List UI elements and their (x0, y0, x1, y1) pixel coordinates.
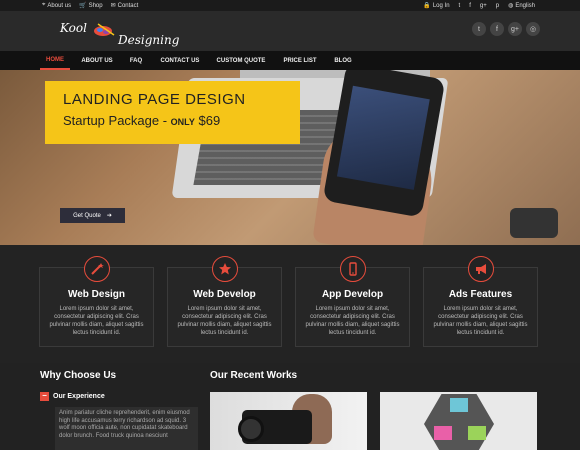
nav-home[interactable]: HOME (40, 51, 70, 70)
top-links: ⌖ About us 🛒 Shop ✉ Contact (42, 2, 138, 9)
nav-faq[interactable]: FAQ (124, 51, 148, 70)
green-tab-graphic (468, 426, 486, 440)
palette-icon (94, 23, 115, 36)
nav-about-us[interactable]: ABOUT US (77, 51, 117, 70)
features-section: Web Design Lorem ipsum dolor sit amet, c… (0, 245, 580, 363)
header: Kool Designing t f g+ ◎ (0, 11, 580, 51)
social-icons: t f g+ ◎ (472, 22, 540, 36)
arrow-right-icon: ➔ (106, 213, 112, 219)
pinterest-icon[interactable]: p (496, 3, 499, 9)
nav-custom-quote[interactable]: CUSTOM QUOTE (212, 51, 270, 70)
shop-link[interactable]: 🛒 Shop (79, 2, 103, 10)
accordion-our-experience[interactable]: − Our Experience (40, 392, 105, 401)
bullhorn-icon (468, 256, 494, 282)
contact-link[interactable]: ✉ Contact (110, 2, 139, 10)
mobile-icon (340, 256, 366, 282)
contact-icon: ✉ (110, 3, 116, 9)
facebook-icon[interactable]: f (490, 22, 504, 36)
language-selector[interactable]: ◍ English (508, 2, 535, 10)
nav-price-list[interactable]: PRICE LIST (278, 51, 322, 70)
accordion-body: Anim pariatur cliche reprehenderit, enim… (55, 407, 198, 450)
star-icon (212, 256, 238, 282)
about-us-link[interactable]: ⌖ About us (42, 2, 71, 9)
get-quote-button[interactable]: Get Quote ➔ (60, 208, 125, 223)
top-bar: ⌖ About us 🛒 Shop ✉ Contact 🔒 Log In t f g+ … (0, 0, 580, 11)
globe-icon: ◍ (508, 3, 514, 9)
map-pin-icon: ⌖ (42, 2, 46, 8)
recent-works-heading: Our Recent Works (210, 370, 298, 381)
promo-subtitle: Startup Package - ONLY $69 (63, 113, 221, 128)
main-nav: HOME ABOUT US FAQ CONTACT US CUSTOM QUOT… (0, 51, 580, 70)
mug-image (510, 208, 558, 238)
camera-lens-image (238, 416, 264, 442)
top-right-links: 🔒 Log In t f g+ p ◍ English (423, 2, 535, 10)
work-item-infographic[interactable] (380, 392, 537, 450)
work-item-photographer[interactable] (210, 392, 367, 450)
nav-contact-us[interactable]: CONTACT US (156, 51, 204, 70)
google-plus-icon[interactable]: g+ (508, 22, 522, 36)
dribbble-icon[interactable]: ◎ (526, 22, 540, 36)
lock-icon: 🔒 (423, 3, 431, 9)
minus-icon: − (40, 392, 49, 401)
promo-box: LANDING PAGE DESIGN Startup Package - ON… (45, 81, 300, 144)
magic-wand-icon (84, 256, 110, 282)
login-link[interactable]: 🔒 Log In (423, 2, 449, 10)
google-plus-icon[interactable]: g+ (480, 3, 487, 9)
twitter-icon[interactable]: t (472, 22, 486, 36)
nav-blog[interactable]: BLOG (330, 51, 356, 70)
why-choose-us-heading: Why Choose Us (40, 370, 117, 381)
promo-title: LANDING PAGE DESIGN (63, 91, 246, 108)
blue-tab-graphic (450, 398, 468, 412)
twitter-icon[interactable]: t (459, 3, 461, 9)
feature-card-web-design[interactable]: Web Design Lorem ipsum dolor sit amet, c… (39, 256, 154, 347)
feature-card-web-develop[interactable]: Web Develop Lorem ipsum dolor sit amet, … (167, 256, 282, 347)
pink-tab-graphic (434, 426, 452, 440)
feature-card-app-develop[interactable]: App Develop Lorem ipsum dolor sit amet, … (295, 256, 410, 347)
cart-icon: 🛒 (79, 3, 87, 9)
facebook-icon[interactable]: f (469, 3, 471, 9)
feature-card-ads-features[interactable]: Ads Features Lorem ipsum dolor sit amet,… (423, 256, 538, 347)
